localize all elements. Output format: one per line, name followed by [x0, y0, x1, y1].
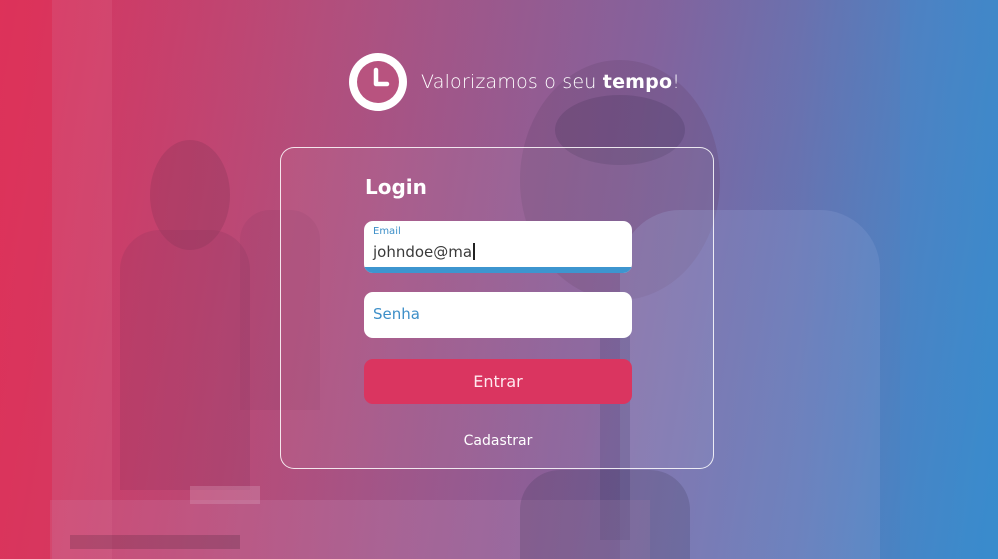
clock-icon: [349, 53, 407, 111]
tagline-bold: tempo: [602, 71, 673, 93]
email-field[interactable]: Email johndoe@ma: [364, 221, 632, 273]
email-label: Email: [373, 226, 401, 237]
login-card: Login Email johndoe@ma Senha Entrar Cada…: [280, 147, 714, 469]
email-value: johndoe@ma: [373, 243, 473, 261]
tagline-prefix: Valorizamos o seu: [421, 71, 603, 93]
login-title: Login: [365, 175, 427, 199]
register-link[interactable]: Cadastrar: [281, 433, 715, 449]
password-field[interactable]: Senha: [364, 292, 632, 338]
brand-header: Valorizamos o seu tempo!: [349, 53, 680, 111]
email-input[interactable]: johndoe@ma: [373, 243, 475, 261]
login-screen: Valorizamos o seu tempo! Login Email joh…: [0, 0, 998, 559]
brand-tagline: Valorizamos o seu tempo!: [421, 71, 680, 93]
login-button[interactable]: Entrar: [364, 359, 632, 404]
password-placeholder: Senha: [373, 305, 420, 323]
tagline-suffix: !: [672, 71, 681, 93]
text-caret: [473, 243, 475, 260]
